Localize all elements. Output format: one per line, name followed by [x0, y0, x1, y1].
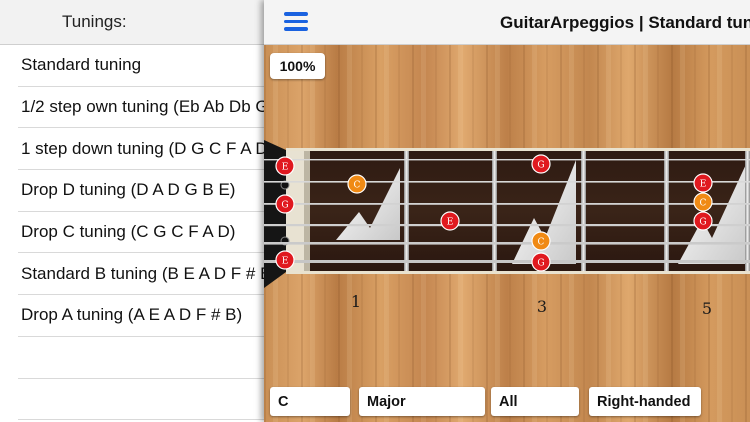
- note-marker-e[interactable]: E: [275, 156, 295, 176]
- tunings-list: Standard tuning 1/2 step own tuning (Eb …: [0, 45, 264, 421]
- tuning-item-standard-b[interactable]: Standard B tuning (B E A D F # B): [18, 253, 264, 296]
- tuning-item-empty: [18, 379, 264, 421]
- svg-text:E: E: [282, 163, 289, 173]
- note-marker-g[interactable]: G: [275, 194, 295, 214]
- note-marker-g[interactable]: G: [531, 252, 551, 272]
- svg-text:G: G: [537, 259, 544, 269]
- position-select-button[interactable]: All: [491, 387, 579, 416]
- note-marker-g[interactable]: G: [693, 211, 713, 231]
- arpeggio-type-button[interactable]: Major: [359, 387, 485, 416]
- tuning-item-drop-c[interactable]: Drop C tuning (C G C F A D): [18, 212, 264, 254]
- fret-number-3: 3: [537, 297, 547, 316]
- tuning-item-drop-a[interactable]: Drop A tuning (A E A D F # B): [18, 295, 264, 337]
- string-4: [264, 224, 750, 227]
- string-2: [264, 181, 750, 183]
- tuning-item-drop-d[interactable]: Drop D tuning (D A D G B E): [18, 170, 264, 212]
- key-select-button[interactable]: C: [270, 387, 350, 416]
- svg-text:G: G: [537, 161, 544, 171]
- svg-text:G: G: [699, 218, 706, 228]
- svg-text:C: C: [538, 238, 545, 248]
- fret-number-1: 1: [351, 292, 361, 311]
- tuning-item-half-step-down[interactable]: 1/2 step own tuning (Eb Ab Db Gb Bb Eb): [18, 87, 264, 129]
- note-marker-e[interactable]: E: [440, 211, 460, 231]
- note-marker-c[interactable]: C: [347, 174, 367, 194]
- fret-2: [492, 151, 497, 271]
- tuning-item-empty: [18, 337, 264, 379]
- note-marker-e[interactable]: E: [693, 173, 713, 193]
- tunings-header: Tunings:: [0, 0, 264, 45]
- note-marker-c[interactable]: C: [531, 231, 551, 251]
- string-6: [264, 260, 750, 263]
- main-panel: GuitarArpeggios | Standard tuning 100%: [264, 0, 750, 422]
- fretboard[interactable]: 1 3 5 E G E C E G C G E C G: [264, 0, 750, 422]
- fret-4: [664, 151, 669, 271]
- svg-text:E: E: [282, 257, 289, 267]
- svg-text:E: E: [447, 218, 454, 228]
- note-marker-e[interactable]: E: [275, 250, 295, 270]
- tunings-sidebar: Tunings: Standard tuning 1/2 step own tu…: [0, 0, 264, 422]
- string-5: [264, 242, 750, 245]
- fret-5: [745, 151, 750, 271]
- fret-3: [581, 151, 586, 271]
- tuning-item-standard[interactable]: Standard tuning: [18, 45, 264, 87]
- fret-number-5: 5: [702, 299, 712, 318]
- string-1: [264, 159, 750, 161]
- note-marker-c[interactable]: C: [693, 192, 713, 212]
- tunings-title: Tunings:: [62, 12, 127, 31]
- svg-text:G: G: [281, 201, 288, 211]
- note-marker-g[interactable]: G: [531, 154, 551, 174]
- handedness-button[interactable]: Right-handed: [589, 387, 701, 416]
- svg-text:C: C: [700, 199, 707, 209]
- svg-text:C: C: [354, 181, 361, 191]
- string-3: [264, 203, 750, 205]
- svg-text:E: E: [700, 180, 707, 190]
- tuning-item-step-down[interactable]: 1 step down tuning (D G C F A D): [18, 128, 264, 171]
- fret-1: [404, 151, 409, 271]
